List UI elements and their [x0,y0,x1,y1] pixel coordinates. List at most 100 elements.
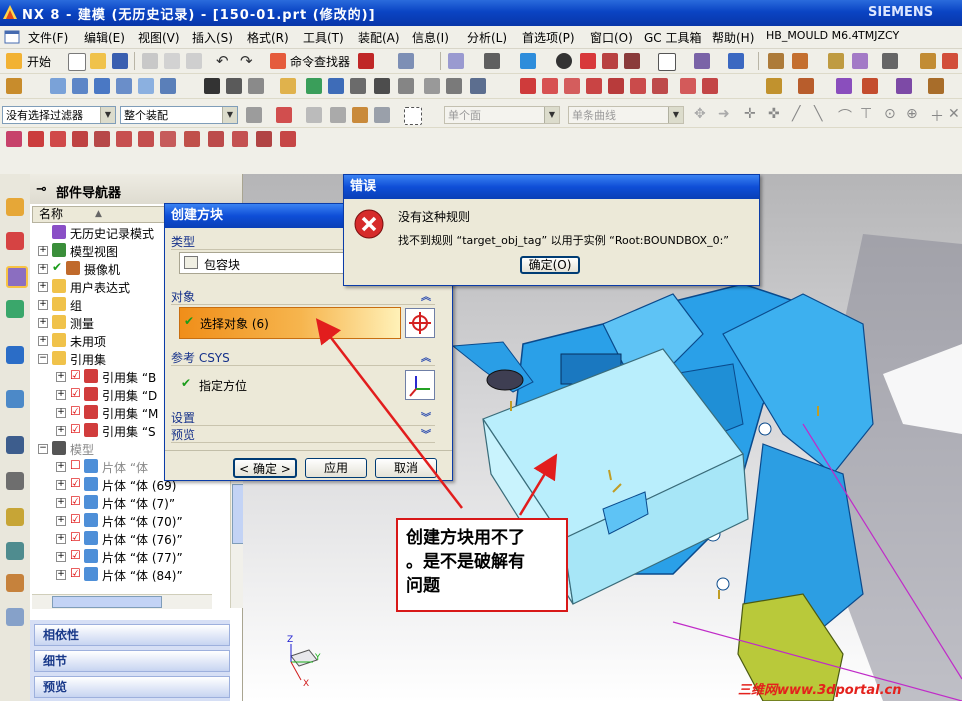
plane-snap-icon[interactable] [208,131,224,147]
edge-display-icon[interactable] [556,53,572,69]
system-materials-icon[interactable] [6,472,24,490]
tree-item[interactable]: + ☑ 片体 “体 (84)” [30,566,230,584]
curve-icon[interactable] [72,78,88,94]
copy-icon[interactable] [164,53,180,69]
visibility-checkbox-icon[interactable]: ☑ [70,530,81,544]
shaded-view-icon[interactable] [520,53,536,69]
visibility-checkbox-icon[interactable]: ☑ [70,512,81,526]
fillet-curve-icon[interactable] [702,78,718,94]
cross-snap-icon[interactable] [72,131,88,147]
gc-tool-icon[interactable] [920,53,936,69]
visibility-checkbox-icon[interactable]: ☑ [70,548,81,562]
hscroll-thumb[interactable] [52,596,162,608]
snap-quadrant-icon[interactable]: ⊕ [906,106,918,122]
layer-icon[interactable] [694,53,710,69]
expand-toggle-icon[interactable]: + [56,570,66,580]
pattern-icon[interactable] [446,78,462,94]
show-only-icon[interactable] [624,53,640,69]
menu-tmjzcy[interactable]: TMJZCY [858,29,899,42]
collapse-up-icon[interactable]: ︽ [421,288,431,303]
edit-object-icon[interactable] [398,53,414,69]
extend-icon[interactable] [608,78,624,94]
open-folder-icon[interactable] [90,53,106,69]
settings-group-header[interactable]: 设置 ︾ [171,409,435,426]
split-icon[interactable] [630,78,646,94]
expand-toggle-icon[interactable]: + [38,264,48,274]
expand-toggle-icon[interactable]: + [38,282,48,292]
revolve-icon[interactable] [116,78,132,94]
hide-icon[interactable] [580,53,596,69]
preview-group-header[interactable]: 预览 ︾ [171,426,435,443]
tree-horizontal-scrollbar[interactable] [32,594,212,609]
mould-tool-3-icon[interactable] [836,78,852,94]
visibility-checkbox-icon[interactable]: ☑ [70,386,81,400]
face-rule-select[interactable]: 单个面 ▼ [444,106,560,124]
ok-button[interactable]: < 确定 > [233,458,297,478]
menu-hb-mould[interactable]: HB_MOULD M6.4 [766,29,859,42]
snap-view-icon[interactable] [448,53,464,69]
wcs-icon[interactable] [728,53,744,69]
visibility-checkbox-icon[interactable]: ☐ [70,458,81,472]
select-body-icon[interactable] [330,107,346,123]
join-icon[interactable] [652,78,668,94]
grid-snap-icon[interactable] [232,131,248,147]
tool-icon[interactable] [942,53,958,69]
visibility-checkbox-icon[interactable]: ☑ [70,422,81,436]
csys-icon[interactable] [374,78,390,94]
surface-icon[interactable] [160,78,176,94]
type-filter-select[interactable]: 没有选择过滤器 ▼ [2,106,116,124]
constraint-icon[interactable] [828,53,844,69]
bridge-icon[interactable] [680,78,696,94]
collapse-up-icon[interactable]: ︽ [421,349,431,364]
menu-preferences[interactable]: 首选项(P) [522,29,575,46]
details-panel[interactable]: 细节 [34,650,230,672]
transform-icon[interactable] [328,78,344,94]
web-browser-icon[interactable] [6,390,24,408]
stop-icon[interactable] [358,53,374,69]
menu-window[interactable]: 窗口(O) [590,29,633,46]
menu-gc-toolbox[interactable]: GC 工具箱 [644,29,702,46]
assembly-navigator-icon[interactable] [6,198,24,216]
menu-help[interactable]: 帮助(H) [712,29,754,46]
grid-icon[interactable] [226,78,242,94]
expand-toggle-icon[interactable]: + [56,480,66,490]
pin-icon[interactable]: ⊸ [36,182,47,197]
snap-endpoint-icon[interactable]: ✛ [744,106,756,122]
select-edge-icon[interactable] [374,107,390,123]
mould-tool-5-icon[interactable] [896,78,912,94]
csys-group-header[interactable]: 参考 CSYS ︽ [171,349,435,366]
menu-info[interactable]: 信息(I) [412,29,449,46]
constraint-navigator-icon[interactable] [6,232,24,250]
expand-toggle-icon[interactable]: + [56,462,66,472]
expand-toggle-icon[interactable]: + [56,498,66,508]
curve-rule-select[interactable]: 单条曲线 ▼ [568,106,684,124]
render-style-icon[interactable] [484,53,500,69]
select-filter-icon[interactable] [276,107,292,123]
start-button[interactable]: 开始 [27,53,51,70]
command-finder-button[interactable]: 命令查找器 [290,53,350,70]
trim-icon[interactable] [586,78,602,94]
select-face-icon[interactable] [352,107,368,123]
paste-icon[interactable] [186,53,202,69]
select-object-row[interactable]: ✔ 选择对象 (6) [179,307,401,339]
menu-analysis[interactable]: 分析(L) [467,29,507,46]
preview-panel[interactable]: 预览 [34,676,230,698]
select-features-icon[interactable] [306,107,322,123]
color-swatch-icon[interactable] [658,53,676,71]
object-group-header[interactable]: 对象 ︽ [171,288,435,305]
mould-tool-4-icon[interactable] [862,78,878,94]
new-file-icon[interactable] [68,53,86,71]
tree-item[interactable]: + ☑ 片体 “体 (7)” [30,494,230,512]
expand-toggle-icon[interactable]: + [56,534,66,544]
sweep-icon[interactable] [138,78,154,94]
menu-view[interactable]: 视图(V) [138,29,180,46]
tree-item[interactable]: + ☑ 片体 “体 (76)” [30,530,230,548]
offset-icon[interactable] [424,78,440,94]
array-icon[interactable] [852,53,868,69]
expand-toggle-icon[interactable]: + [56,516,66,526]
menu-edit[interactable]: 编辑(E) [84,29,125,46]
menu-insert[interactable]: 插入(S) [192,29,233,46]
dependencies-panel[interactable]: 相依性 [34,624,230,646]
mould-tool-6-icon[interactable] [928,78,944,94]
corner-snap-icon[interactable] [138,131,154,147]
